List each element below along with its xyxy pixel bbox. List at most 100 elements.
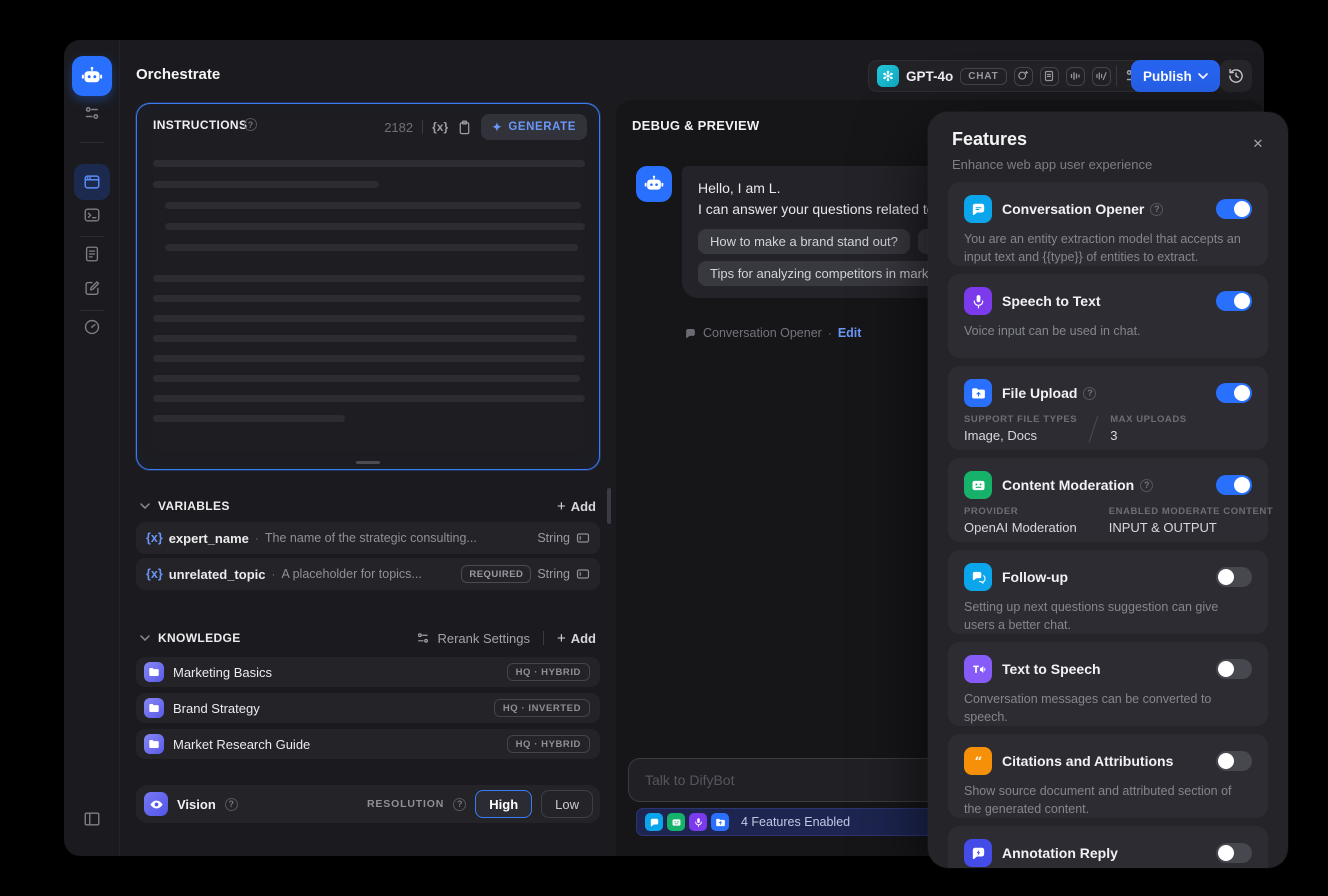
scrollbar-thumb[interactable] bbox=[607, 488, 611, 524]
skeleton-line bbox=[153, 395, 585, 402]
add-variable-button[interactable]: + Add bbox=[557, 499, 600, 514]
skeleton-line bbox=[153, 160, 585, 167]
content-moderation-toggle[interactable] bbox=[1216, 475, 1252, 495]
skeleton-line bbox=[165, 202, 581, 209]
rerank-label: Rerank Settings bbox=[437, 630, 530, 646]
feature-title: File Upload bbox=[1002, 385, 1078, 401]
voice-capability-icon bbox=[1091, 66, 1111, 86]
moderation-mini-icon bbox=[667, 813, 685, 831]
insert-variable-button[interactable]: {x} bbox=[432, 120, 448, 134]
variable-name: expert_name bbox=[168, 530, 249, 546]
sparkle-icon: ✦ bbox=[492, 122, 503, 134]
vision-setting-row: Vision ? RESOLUTION ? High Low bbox=[136, 785, 600, 823]
opener-footnote: Conversation Opener · Edit bbox=[684, 326, 861, 340]
variable-row-unrelated-topic[interactable]: {x} unrelated_topic · A placeholder for … bbox=[136, 558, 600, 590]
variable-type: String bbox=[537, 567, 570, 581]
double-bubble-icon bbox=[964, 563, 992, 591]
folder-upload-mini-icon bbox=[711, 813, 729, 831]
feature-title: Content Moderation bbox=[1002, 477, 1135, 493]
add-knowledge-button[interactable]: + Add bbox=[557, 631, 600, 646]
chat-bubble-mini-icon bbox=[645, 813, 663, 831]
sidebar-divider bbox=[80, 310, 104, 311]
skeleton-line bbox=[153, 375, 580, 382]
knowledge-badge: HQ · INVERTED bbox=[493, 699, 590, 717]
version-history-button[interactable] bbox=[1220, 60, 1252, 92]
app-logo-robot-icon[interactable] bbox=[72, 56, 112, 96]
moderation-card-icon bbox=[964, 471, 992, 499]
variable-row-expert-name[interactable]: {x} expert_name · The name of the strate… bbox=[136, 522, 600, 554]
rerank-settings-button[interactable]: Rerank Settings bbox=[416, 631, 530, 646]
resolution-high-button[interactable]: High bbox=[475, 790, 533, 818]
model-name: GPT-4o bbox=[906, 68, 954, 84]
publish-label: Publish bbox=[1143, 68, 1192, 84]
feature-title: Annotation Reply bbox=[1002, 845, 1118, 861]
publish-button[interactable]: Publish bbox=[1131, 60, 1220, 92]
microphone-icon bbox=[964, 287, 992, 315]
skeleton-line bbox=[153, 355, 585, 362]
knowledge-section-header: KNOWLEDGE Rerank Settings + Add bbox=[136, 628, 600, 648]
chevron-down-icon[interactable] bbox=[140, 635, 150, 641]
instructions-help-icon[interactable]: ? bbox=[244, 118, 257, 131]
chat-bubble-icon bbox=[686, 328, 695, 338]
sidebar-item-orchestrate-active[interactable] bbox=[74, 164, 110, 200]
plus-icon: + bbox=[556, 629, 566, 647]
feature-title: Text to Speech bbox=[1002, 661, 1101, 677]
kv-provider: PROVIDER OpenAI Moderation bbox=[964, 506, 1077, 535]
collapse-panel-icon[interactable] bbox=[83, 810, 101, 828]
knowledge-row-marketing-basics[interactable]: Marketing Basics HQ · HYBRID bbox=[136, 657, 600, 687]
feature-card-annotation-reply: Annotation Reply You can manually edit a… bbox=[948, 826, 1268, 868]
sliders-settings-icon[interactable] bbox=[83, 104, 101, 122]
gauge-icon[interactable] bbox=[83, 318, 101, 336]
file-upload-toggle[interactable] bbox=[1216, 383, 1252, 403]
feature-help-icon[interactable]: ? bbox=[1083, 386, 1097, 400]
features-panel-title: Features bbox=[952, 129, 1028, 149]
knowledge-name: Brand Strategy bbox=[173, 700, 260, 716]
document-list-icon[interactable] bbox=[83, 245, 101, 263]
feature-title: Conversation Opener bbox=[1002, 201, 1145, 217]
generate-button[interactable]: ✦ GENERATE bbox=[481, 114, 587, 140]
annotation-reply-toggle[interactable] bbox=[1216, 843, 1252, 863]
chevron-down-icon[interactable] bbox=[140, 503, 150, 509]
folder-icon bbox=[144, 698, 164, 718]
feature-help-icon[interactable]: ? bbox=[1150, 202, 1164, 216]
text-to-speech-toggle[interactable] bbox=[1216, 659, 1252, 679]
robot-icon bbox=[644, 175, 664, 190]
edit-opener-link[interactable]: Edit bbox=[838, 326, 862, 340]
kv-divider bbox=[1088, 507, 1098, 534]
page-title: Orchestrate bbox=[136, 66, 221, 83]
knowledge-title: KNOWLEDGE bbox=[158, 631, 241, 645]
resolution-help-icon[interactable]: ? bbox=[453, 797, 467, 811]
vision-help-icon[interactable]: ? bbox=[224, 797, 238, 811]
feature-help-icon[interactable]: ? bbox=[1140, 478, 1154, 492]
document-capability-icon bbox=[1039, 66, 1059, 86]
speech-to-text-toggle[interactable] bbox=[1216, 291, 1252, 311]
terminal-icon[interactable] bbox=[83, 206, 101, 224]
variable-token-icon: {x} bbox=[146, 567, 163, 581]
feature-description: Voice input can be used in chat. bbox=[964, 324, 1141, 338]
svg-text:“: “ bbox=[974, 754, 982, 770]
suggestion-chip[interactable]: How to make a brand stand out? bbox=[698, 229, 910, 254]
conversation-opener-toggle[interactable] bbox=[1216, 199, 1252, 219]
features-panel-subtitle: Enhance web app user experience bbox=[952, 157, 1153, 172]
sidebar bbox=[64, 40, 120, 856]
knowledge-row-brand-strategy[interactable]: Brand Strategy HQ · INVERTED bbox=[136, 693, 600, 723]
feature-title: Follow-up bbox=[1002, 569, 1069, 585]
resize-handle[interactable] bbox=[356, 461, 380, 464]
follow-up-toggle[interactable] bbox=[1216, 567, 1252, 587]
generate-label: GENERATE bbox=[508, 121, 576, 133]
knowledge-badge: HQ · HYBRID bbox=[506, 735, 590, 753]
instructions-title: INSTRUCTIONS bbox=[153, 118, 248, 132]
skeleton-line bbox=[165, 223, 585, 230]
edit-note-icon[interactable] bbox=[83, 279, 101, 297]
close-icon[interactable]: ✕ bbox=[1250, 136, 1266, 152]
add-label: Add bbox=[570, 498, 596, 514]
knowledge-row-market-research-guide[interactable]: Market Research Guide HQ · HYBRID bbox=[136, 729, 600, 759]
citations-toggle[interactable] bbox=[1216, 751, 1252, 771]
history-clock-icon bbox=[1229, 68, 1243, 83]
instructions-editor[interactable]: INSTRUCTIONS ? 2182 {x} ✦ GENERATE bbox=[136, 103, 600, 470]
folder-icon bbox=[144, 662, 164, 682]
model-selector[interactable]: ✻ GPT-4o CHAT bbox=[868, 60, 1151, 92]
folder-icon bbox=[144, 734, 164, 754]
resolution-low-button[interactable]: Low bbox=[541, 790, 593, 818]
copy-clipboard-icon[interactable] bbox=[457, 120, 472, 135]
